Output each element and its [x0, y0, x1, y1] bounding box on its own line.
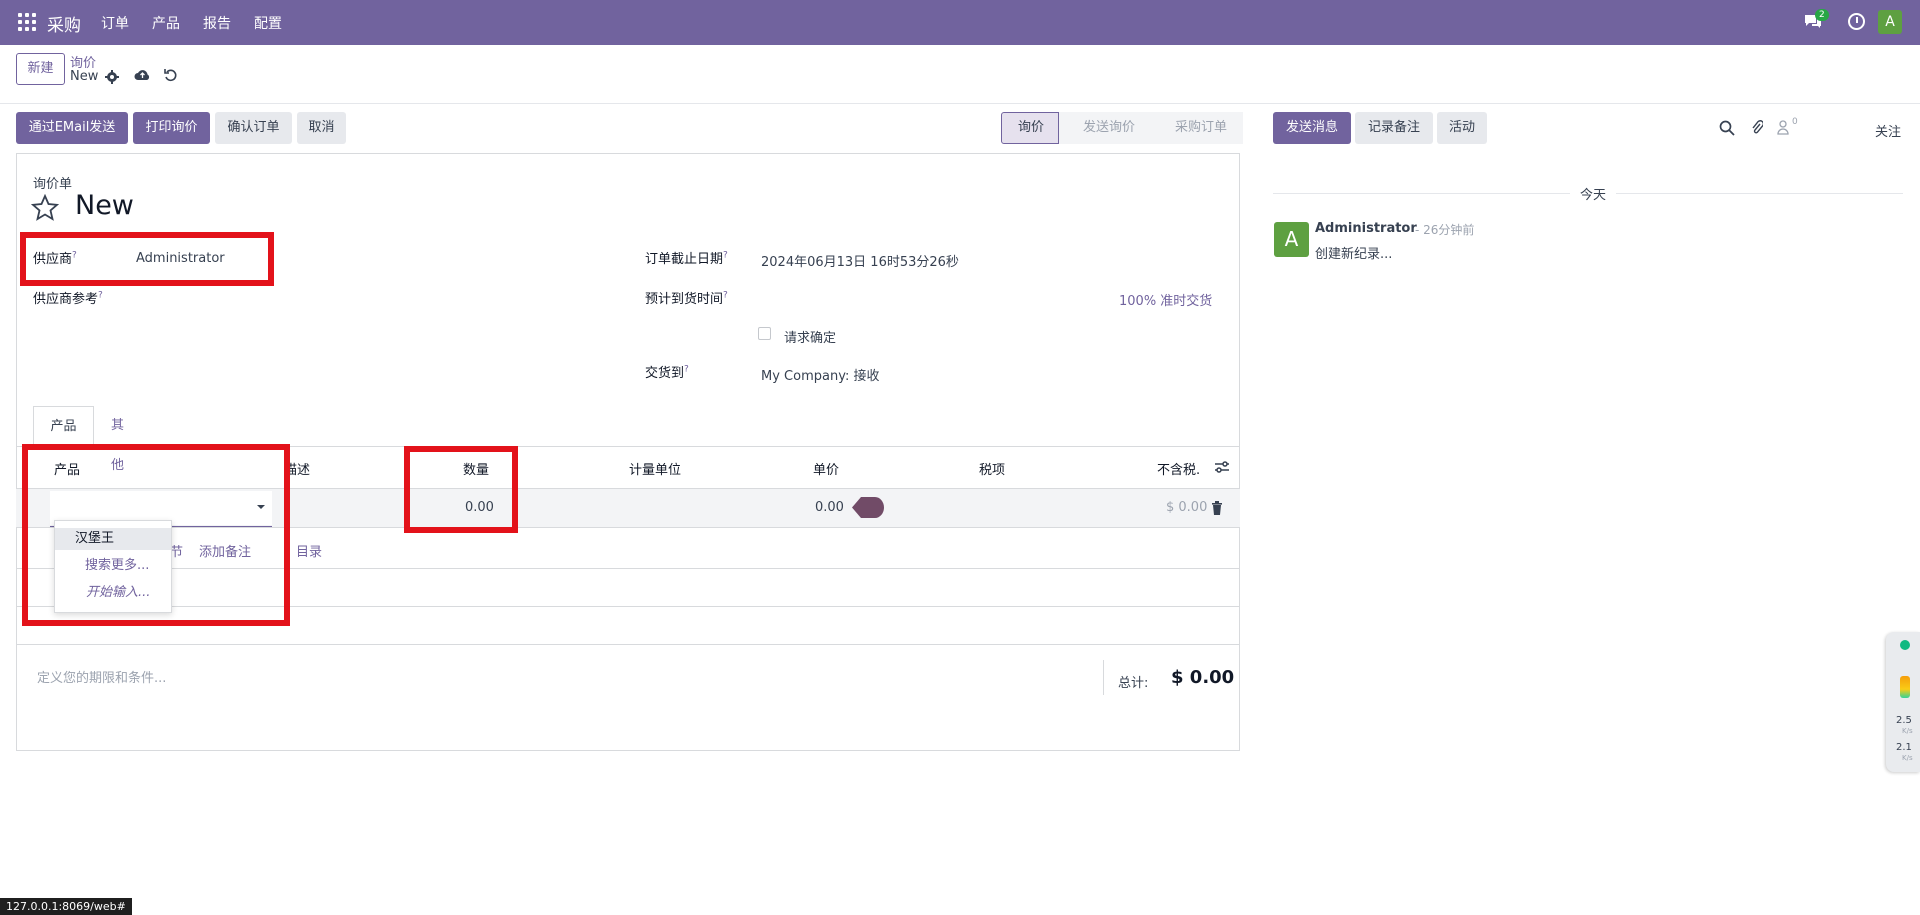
total-value: $ 0.00	[1171, 667, 1235, 688]
status-bar: 询价 发送询价 采购订单	[1001, 112, 1244, 144]
nav-item-orders[interactable]: 订单	[101, 13, 129, 33]
user-avatar[interactable]: A	[1878, 10, 1902, 34]
highlight-vendor-box	[20, 232, 274, 286]
tab-products[interactable]: 产品	[33, 406, 94, 446]
price-tag-icon[interactable]	[851, 494, 887, 521]
nav-item-config[interactable]: 配置	[254, 13, 282, 33]
ask-confirmation-label: 请求确定	[784, 331, 837, 346]
download-speed: 2.1	[1896, 742, 1912, 753]
highlight-product-box	[22, 444, 290, 626]
star-icon[interactable]	[31, 194, 59, 222]
total-divider	[1103, 660, 1104, 695]
terms-input[interactable]: 定义您的期限和条件...	[37, 667, 166, 686]
message-body: 创建新纪录...	[1315, 247, 1393, 262]
on-time-rate[interactable]: 100% 准时交货	[1119, 290, 1212, 309]
battery-icon	[1900, 676, 1910, 698]
trash-icon[interactable]	[1211, 501, 1223, 515]
network-speed-widget[interactable]: 2.5 K/s 2.1 K/s	[1886, 632, 1920, 772]
day-label: 今天	[1570, 184, 1617, 203]
download-unit: K/s	[1902, 754, 1913, 762]
total-label: 总计:	[1118, 676, 1149, 691]
vendor-reference-label: 供应商参考?	[33, 290, 103, 307]
deliver-to-label: 交货到?	[645, 364, 689, 381]
subtotal-value: $ 0.00	[1166, 500, 1208, 515]
col-subtotal[interactable]: 不含税.	[1157, 459, 1200, 478]
highlight-quantity-box	[404, 446, 518, 533]
print-rfq-button[interactable]: 打印询价	[133, 112, 210, 144]
send-message-button[interactable]: 发送消息	[1273, 112, 1351, 144]
status-purchase-order[interactable]: 采购订单	[1151, 112, 1244, 144]
chat-badge: 2	[1815, 9, 1829, 21]
control-panel-divider	[0, 103, 1920, 104]
nav-item-reports[interactable]: 报告	[203, 13, 231, 33]
attachment-paperclip-icon[interactable]	[1751, 119, 1763, 135]
ask-confirmation-checkbox[interactable]	[758, 327, 771, 340]
send-by-email-button[interactable]: 通过EMail发送	[16, 112, 128, 144]
activity-button[interactable]: 活动	[1437, 112, 1487, 144]
upload-unit: K/s	[1902, 727, 1913, 735]
nav-menu: 订单 产品 报告 配置	[101, 13, 305, 33]
expected-arrival-label: 预计到货时间?	[645, 290, 728, 307]
breadcrumb-current: New	[70, 69, 99, 84]
top-navbar: 采购 订单 产品 报告 配置 2 A	[0, 0, 1920, 45]
app-brand[interactable]: 采购	[47, 11, 81, 36]
activity-clock-icon[interactable]	[1848, 13, 1865, 30]
nav-item-products[interactable]: 产品	[152, 13, 180, 33]
apps-menu-icon[interactable]	[18, 13, 36, 31]
order-deadline-label: 订单截止日期?	[645, 250, 728, 267]
search-icon[interactable]	[1719, 120, 1735, 136]
col-unit-price[interactable]: 单价	[813, 459, 839, 478]
col-taxes[interactable]: 税项	[979, 459, 1005, 478]
tab-other-info[interactable]: 其他信息	[111, 406, 124, 553]
message-time: - 26分钟前	[1415, 223, 1475, 237]
doc-type-label: 询价单	[33, 177, 73, 192]
catalog-link[interactable]: 目录	[296, 541, 322, 560]
message-author[interactable]: Administrator	[1315, 221, 1417, 236]
upload-speed: 2.5	[1896, 715, 1912, 726]
optional-columns-icon[interactable]	[1214, 460, 1230, 474]
follower-count: 0	[1792, 117, 1798, 127]
gear-icon[interactable]	[105, 70, 119, 84]
confirm-order-button[interactable]: 确认订单	[215, 112, 292, 144]
unit-price-value[interactable]: 0.00	[815, 500, 844, 515]
discard-undo-icon[interactable]	[164, 68, 178, 82]
new-button[interactable]: 新建	[16, 53, 65, 85]
table-line-3	[16, 644, 1240, 645]
save-cloud-icon[interactable]	[134, 68, 151, 82]
message-author-avatar[interactable]: A	[1274, 222, 1309, 257]
follow-button[interactable]: 关注	[1875, 121, 1901, 140]
cancel-button[interactable]: 取消	[297, 112, 346, 144]
status-url: 127.0.0.1:8069/web#	[0, 898, 132, 915]
log-note-button[interactable]: 记录备注	[1355, 112, 1433, 144]
status-rfq[interactable]: 询价	[1001, 112, 1060, 144]
status-dot-icon	[1900, 640, 1910, 650]
order-deadline-field[interactable]: 2024年06月13日 16时53分26秒	[761, 251, 959, 270]
deliver-to-field[interactable]: My Company: 接收	[761, 365, 879, 384]
followers-user-icon[interactable]	[1777, 119, 1791, 135]
col-uom[interactable]: 计量单位	[629, 459, 681, 478]
record-title[interactable]: New	[75, 190, 134, 221]
status-rfq-sent[interactable]: 发送询价	[1059, 112, 1152, 144]
